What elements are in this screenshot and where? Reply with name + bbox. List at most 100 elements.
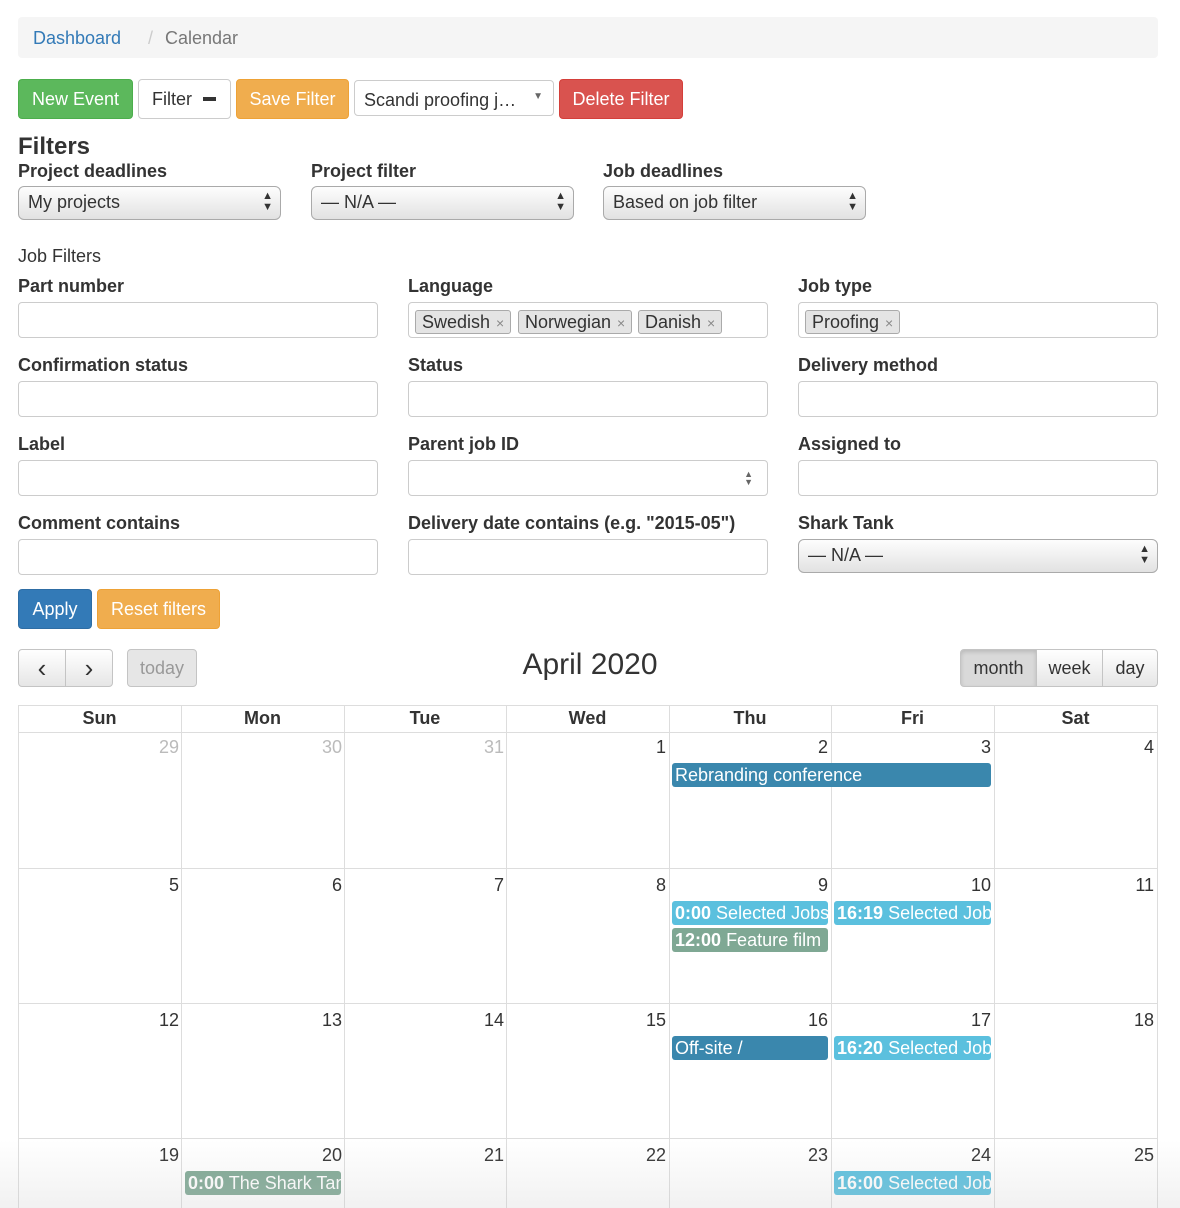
job-deadlines-select[interactable]: Based on job filter ▲ ▼ bbox=[603, 186, 866, 220]
day-number[interactable]: 16 bbox=[678, 1010, 828, 1031]
delivery-method-input[interactable] bbox=[798, 381, 1158, 417]
shark-tank-label: Shark Tank bbox=[798, 513, 894, 533]
event-title: Selected Jobs bbox=[716, 903, 828, 923]
tag-label: Proofing bbox=[812, 312, 880, 332]
assigned-to-input[interactable] bbox=[798, 460, 1158, 496]
weekday-header: Fri bbox=[900, 708, 924, 728]
day-number[interactable]: 4 bbox=[1004, 737, 1154, 758]
day-number[interactable]: 2 bbox=[678, 737, 828, 758]
day-number[interactable]: 14 bbox=[354, 1010, 504, 1031]
day-number[interactable]: 12 bbox=[29, 1010, 179, 1031]
day-number[interactable]: 6 bbox=[192, 875, 342, 896]
project-filter-value: — N/A — bbox=[321, 192, 397, 212]
reset-filters-button[interactable]: Reset filters bbox=[97, 589, 220, 629]
parent-job-id-input[interactable]: ▲ ▼ bbox=[408, 460, 768, 496]
confirmation-status-label: Confirmation status bbox=[18, 355, 189, 375]
event-selected-jobs[interactable]: 16:19 Selected Jobs bbox=[834, 901, 991, 925]
filters-heading: Filters bbox=[18, 133, 91, 160]
comment-contains-input[interactable] bbox=[18, 539, 378, 575]
delivery-date-contains-input[interactable] bbox=[408, 539, 768, 575]
breadcrumb-dashboard-link[interactable]: Dashboard bbox=[33, 28, 121, 49]
shark-tank-select[interactable]: — N/A — ▲ ▼ bbox=[798, 539, 1158, 573]
confirmation-status-input[interactable] bbox=[18, 381, 378, 417]
language-multiselect[interactable]: Swedish × Norwegian × Danish × bbox=[408, 302, 768, 338]
part-number-label: Part number bbox=[18, 276, 125, 296]
week-view-button[interactable]: week bbox=[1036, 649, 1103, 687]
grid-line bbox=[18, 1138, 1158, 1139]
comment-contains-label: Comment contains bbox=[18, 513, 181, 533]
remove-tag-icon[interactable]: × bbox=[707, 315, 715, 331]
remove-tag-icon[interactable]: × bbox=[885, 315, 893, 331]
day-view-button[interactable]: day bbox=[1102, 649, 1158, 687]
tag-label: Norwegian bbox=[525, 312, 612, 332]
day-number[interactable]: 13 bbox=[192, 1010, 342, 1031]
event-off-site[interactable]: Off-site / bbox=[672, 1036, 828, 1060]
remove-tag-icon[interactable]: × bbox=[496, 315, 504, 331]
day-number[interactable]: 10 bbox=[841, 875, 991, 896]
language-tag-norwegian[interactable]: Norwegian × bbox=[518, 310, 633, 334]
day-number[interactable]: 7 bbox=[354, 875, 504, 896]
number-spinner-icon[interactable]: ▲ ▼ bbox=[744, 470, 753, 487]
day-number[interactable]: 22 bbox=[516, 1145, 666, 1166]
remove-tag-icon[interactable]: × bbox=[617, 315, 625, 331]
day-number[interactable]: 24 bbox=[841, 1145, 991, 1166]
day-number[interactable]: 31 bbox=[354, 737, 504, 758]
weekday-header: Wed bbox=[568, 708, 607, 728]
day-number[interactable]: 20 bbox=[192, 1145, 342, 1166]
event-selected-jobs[interactable]: 0:00 Selected Jobs bbox=[672, 901, 828, 925]
day-number[interactable]: 29 bbox=[29, 737, 179, 758]
project-deadlines-select[interactable]: My projects ▲ ▼ bbox=[18, 186, 281, 220]
event-time: 16:20 bbox=[837, 1038, 884, 1058]
day-number[interactable]: 8 bbox=[516, 875, 666, 896]
updown-arrows-icon: ▲ ▼ bbox=[262, 190, 273, 213]
language-tag-swedish[interactable]: Swedish × bbox=[415, 310, 512, 334]
day-number[interactable]: 19 bbox=[29, 1145, 179, 1166]
new-event-button[interactable]: New Event bbox=[18, 79, 133, 119]
day-number[interactable]: 23 bbox=[678, 1145, 828, 1166]
event-title: Selected Jobs bbox=[888, 1173, 991, 1193]
event-title: Feature film bbox=[726, 930, 822, 950]
status-input[interactable] bbox=[408, 381, 768, 417]
weekday-header: Tue bbox=[409, 708, 441, 728]
day-number[interactable]: 3 bbox=[841, 737, 991, 758]
day-number[interactable]: 1 bbox=[516, 737, 666, 758]
day-number[interactable]: 17 bbox=[841, 1010, 991, 1031]
assigned-to-label: Assigned to bbox=[798, 434, 902, 454]
filter-toggle-button[interactable]: Filter bbox=[138, 79, 231, 119]
weekday-header: Sat bbox=[1061, 708, 1090, 728]
day-number[interactable]: 11 bbox=[1004, 875, 1154, 896]
apply-button[interactable]: Apply bbox=[18, 589, 92, 629]
event-time: 16:00 bbox=[837, 1173, 884, 1193]
day-number[interactable]: 25 bbox=[1004, 1145, 1154, 1166]
day-number[interactable]: 21 bbox=[354, 1145, 504, 1166]
event-title: Rebranding conference bbox=[675, 765, 863, 785]
day-number[interactable]: 9 bbox=[678, 875, 828, 896]
job-type-tag-proofing[interactable]: Proofing × bbox=[805, 310, 901, 334]
day-number[interactable]: 18 bbox=[1004, 1010, 1154, 1031]
tag-label: Swedish bbox=[422, 312, 491, 332]
job-type-multiselect[interactable]: Proofing × bbox=[798, 302, 1158, 338]
event-rebranding-conference[interactable]: Rebranding conference bbox=[672, 763, 991, 787]
event-time: 0:00 bbox=[188, 1173, 225, 1193]
event-title: Selected Jobs bbox=[888, 903, 991, 923]
label-input[interactable] bbox=[18, 460, 378, 496]
delete-filter-button[interactable]: Delete Filter bbox=[559, 79, 683, 119]
language-tag-danish[interactable]: Danish × bbox=[638, 310, 723, 334]
grid-line bbox=[18, 705, 19, 1208]
event-feature-film[interactable]: 12:00 Feature film bbox=[672, 928, 828, 952]
grid-line bbox=[506, 705, 507, 1208]
month-view-button[interactable]: month bbox=[960, 649, 1037, 687]
caret-down-icon: ▼ bbox=[533, 91, 543, 102]
day-number[interactable]: 30 bbox=[192, 737, 342, 758]
saved-filter-select[interactable]: Scandi proofing j… ▼ bbox=[354, 80, 554, 116]
grid-line bbox=[18, 868, 1158, 869]
day-number[interactable]: 15 bbox=[516, 1010, 666, 1031]
grid-line bbox=[1157, 705, 1158, 1208]
event-selected-jobs[interactable]: 16:00 Selected Jobs bbox=[834, 1171, 991, 1195]
event-shark-tank[interactable]: 0:00 The Shark Tank bbox=[185, 1171, 341, 1195]
day-number[interactable]: 5 bbox=[29, 875, 179, 896]
project-filter-select[interactable]: — N/A — ▲ ▼ bbox=[311, 186, 574, 220]
event-selected-jobs[interactable]: 16:20 Selected Jobs bbox=[834, 1036, 991, 1060]
part-number-input[interactable] bbox=[18, 302, 378, 338]
save-filter-button[interactable]: Save Filter bbox=[236, 79, 349, 119]
